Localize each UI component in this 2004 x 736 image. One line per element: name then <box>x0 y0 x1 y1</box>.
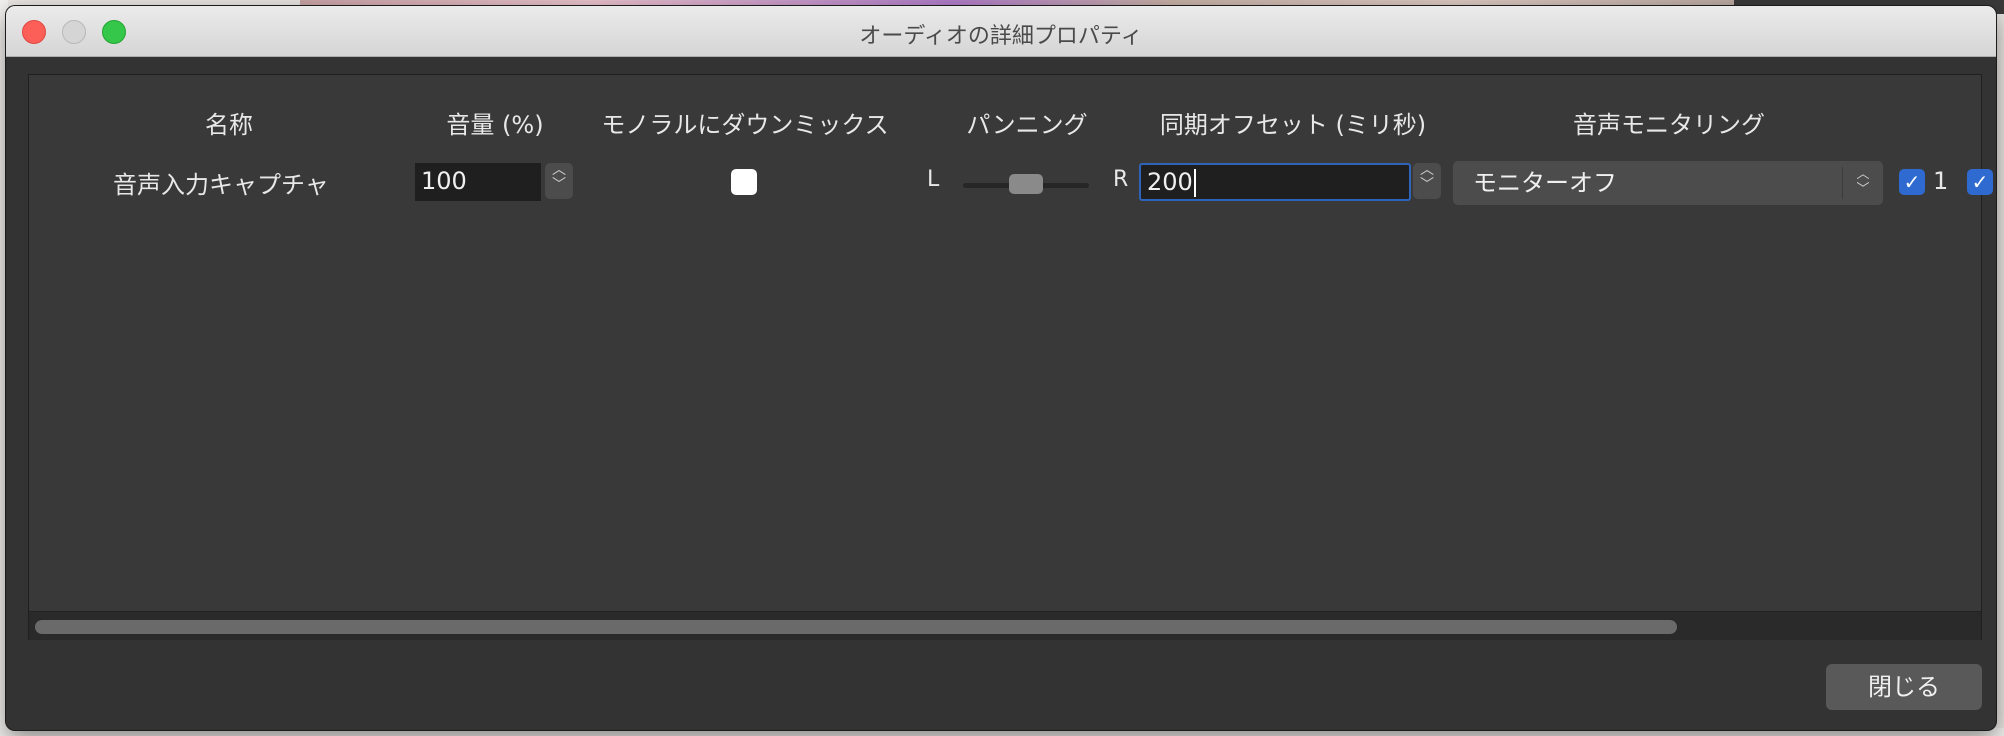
panning-slider-handle[interactable] <box>1009 174 1043 194</box>
audio-monitoring-value: モニターオフ <box>1473 169 1617 197</box>
text-caret <box>1193 169 1196 197</box>
column-header-name: 名称 <box>205 111 253 139</box>
close-button[interactable]: 閉じる <box>1826 664 1982 710</box>
column-header-panning: パンニング <box>966 111 1088 139</box>
sync-offset-value: 200 <box>1147 168 1193 196</box>
window-title: オーディオの詳細プロパティ <box>859 24 1143 49</box>
chevron-up-icon[interactable]: ︿ <box>1413 163 1441 178</box>
column-header-volume: 音量 (%) <box>446 111 544 139</box>
audio-sources-table: 名称 音量 (%) モノラルにダウンミックス パンニング 同期オフセット (ミリ… <box>28 74 1993 640</box>
source-name: 音声入力キャプチャ <box>113 171 329 199</box>
horizontal-scrollbar-thumb[interactable] <box>35 620 1677 634</box>
chevron-down-icon[interactable]: ﹀ <box>1413 178 1441 193</box>
sync-offset-input[interactable]: 200 <box>1139 163 1411 201</box>
pan-right-label: R <box>1113 167 1129 192</box>
horizontal-scrollbar[interactable] <box>29 611 1981 640</box>
sync-offset-stepper[interactable]: ︿ ﹀ <box>1413 163 1441 199</box>
audio-monitoring-select[interactable]: モニターオフ ︿ ﹀ <box>1453 161 1883 205</box>
track-2-checkbox[interactable]: ✓ <box>1967 169 1993 195</box>
column-header-sync-offset: 同期オフセット (ミリ秒) <box>1159 111 1427 139</box>
select-arrows-icon: ︿ ﹀ <box>1842 167 1883 199</box>
column-header-monitoring: 音声モニタリング <box>1573 111 1765 139</box>
chevron-up-icon[interactable]: ︿ <box>545 163 573 178</box>
volume-stepper[interactable]: ︿ ﹀ <box>545 163 573 199</box>
track-1-checkbox[interactable]: ✓ <box>1899 169 1925 195</box>
chevron-down-icon[interactable]: ﹀ <box>545 178 573 193</box>
volume-input[interactable]: 100 <box>415 163 541 201</box>
title-bar: オーディオの詳細プロパティ <box>6 6 1996 57</box>
column-header-mono: モノラルにダウンミックス <box>601 111 889 139</box>
pan-left-label: L <box>927 167 940 192</box>
advanced-audio-properties-window: オーディオの詳細プロパティ 名称 音量 (%) モノラルにダウンミックス パンニ… <box>6 6 1996 730</box>
mono-downmix-checkbox[interactable] <box>731 169 757 195</box>
track-1-label: 1 <box>1933 167 1949 195</box>
